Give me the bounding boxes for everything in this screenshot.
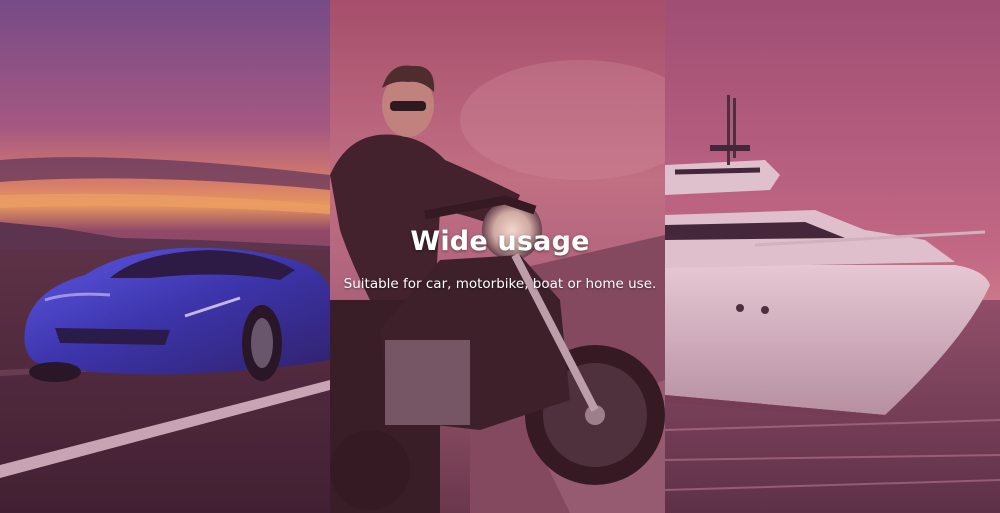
boat-photo-panel [665, 0, 1000, 513]
car-photo-panel [0, 0, 330, 513]
car-photo [0, 0, 330, 513]
photo-panels [0, 0, 1000, 513]
motorbike-photo [330, 0, 665, 513]
motorbike-photo-panel [330, 0, 665, 513]
boat-photo [665, 0, 1000, 513]
wide-usage-banner: Wide usage Suitable for car, motorbike, … [0, 0, 1000, 513]
